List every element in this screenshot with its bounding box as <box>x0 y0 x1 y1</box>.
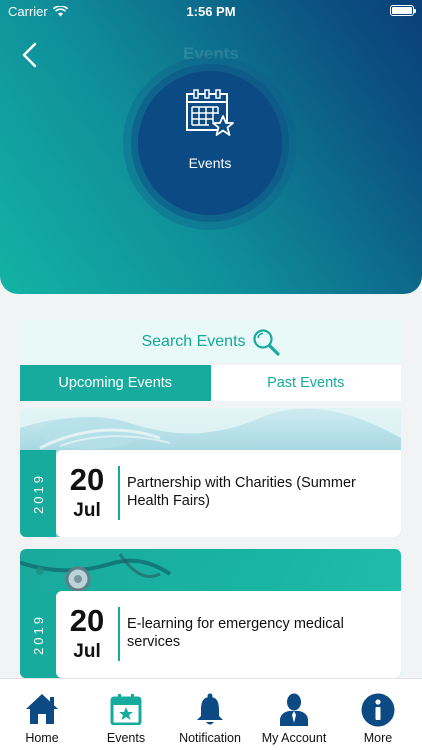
event-card[interactable]: 20 Jul E-learning for emergency medical … <box>56 591 401 678</box>
search-events-button[interactable]: Search Events <box>20 320 401 363</box>
date-divider <box>118 607 120 661</box>
event-month: Jul <box>73 641 101 662</box>
battery-icon <box>390 5 416 16</box>
calendar-star-icon <box>186 89 234 136</box>
user-icon <box>280 693 308 726</box>
nav-home[interactable]: Home <box>0 687 84 749</box>
nav-events[interactable]: Events <box>84 687 168 749</box>
search-label: Search Events <box>141 332 246 350</box>
event-card[interactable]: 20 Jul Partnership with Charities (Summe… <box>56 450 401 537</box>
date-divider <box>118 466 120 520</box>
event-year: 2019 <box>30 614 46 655</box>
event-year: 2019 <box>30 473 46 514</box>
nav-my-account-label: My Account <box>261 731 327 745</box>
nav-notification[interactable]: Notification <box>168 687 252 749</box>
calendar-star-icon <box>110 694 142 725</box>
header-hero: Events Events <box>0 0 422 294</box>
clock: 1:56 PM <box>186 4 236 19</box>
event-day: 20 <box>69 603 105 638</box>
event-title: Partnership with Charities (Summer Healt… <box>127 475 356 509</box>
info-icon <box>361 693 395 727</box>
event-item[interactable]: 2019 20 Jul Partnership with Charities (… <box>20 408 401 537</box>
bell-icon <box>197 693 223 725</box>
home-icon <box>26 694 58 724</box>
badge-label: Events <box>188 155 232 171</box>
tab-past-events[interactable]: Past Events <box>210 365 401 401</box>
tab-upcoming-events[interactable]: Upcoming Events <box>20 365 211 401</box>
event-day: 20 <box>69 462 105 497</box>
event-tabs: Upcoming Events Past Events <box>20 365 401 401</box>
status-bar: Carrier 1:56 PM <box>0 0 422 22</box>
nav-events-label: Events <box>106 731 146 745</box>
event-month: Jul <box>73 500 101 521</box>
nav-my-account[interactable]: My Account <box>252 687 336 749</box>
nav-more[interactable]: More <box>336 687 420 749</box>
nav-home-label: Home <box>25 731 59 745</box>
bottom-tab-bar: Home Events Notification My Account More <box>0 678 422 750</box>
section-badge: Events <box>138 71 282 215</box>
nav-notification-label: Notification <box>179 731 241 745</box>
search-icon <box>252 328 280 356</box>
event-item[interactable]: 2019 20 Jul E-learning for emergency med… <box>20 549 401 678</box>
nav-more-label: More <box>363 731 393 745</box>
event-title: E-learning for emergency medical service… <box>127 616 344 650</box>
